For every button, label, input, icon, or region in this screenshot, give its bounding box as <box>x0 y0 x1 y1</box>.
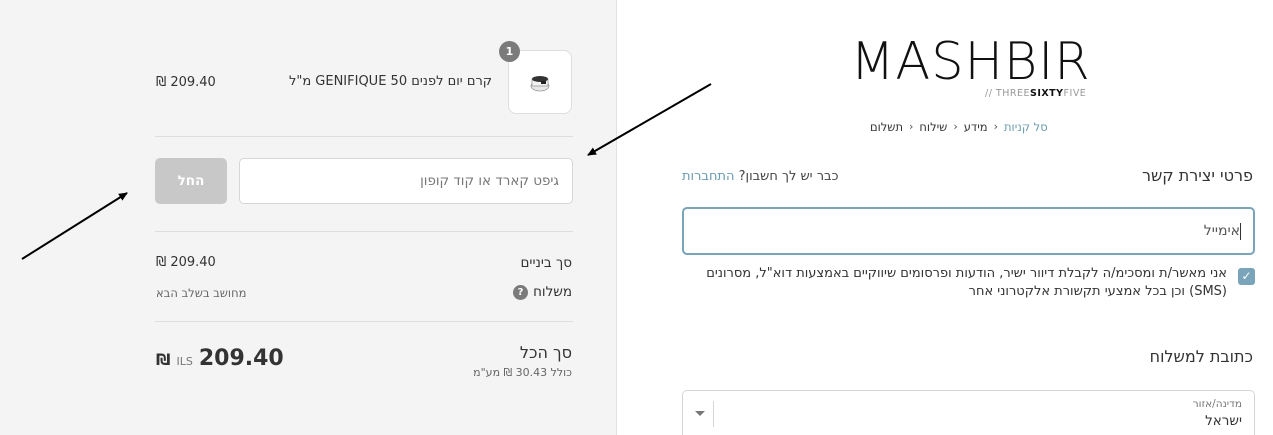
product-name: קרם יום לפנים GENIFIQUE 50 מ"ל <box>288 74 492 89</box>
subtotal-label: סך ביניים <box>520 255 572 271</box>
country-label: מדינה/אזור <box>1192 398 1242 410</box>
total-label: סך הכל <box>519 343 572 362</box>
consent-checkbox[interactable]: ✓ <box>1238 268 1255 285</box>
login-prompt: כבר יש לך חשבון? התחברות <box>682 169 838 184</box>
login-link[interactable]: התחברות <box>682 169 734 184</box>
cream-jar-icon <box>530 76 550 92</box>
brand-logo-tagline: // THREESIXTYFIVE <box>985 88 1086 99</box>
breadcrumb-payment: תשלום <box>870 120 904 134</box>
contact-section-title: פרטי יצירת קשר <box>1141 166 1253 185</box>
breadcrumb-cart[interactable]: סל קניות <box>1004 120 1048 134</box>
shipping-note: מחושב בשלב הבא <box>156 286 247 300</box>
divider <box>155 321 573 322</box>
currency-symbol: ₪ <box>156 350 171 369</box>
coupon-input[interactable]: גיפט קארד או קוד קופון <box>239 158 573 204</box>
breadcrumb-shipping: שילוח <box>919 120 948 134</box>
total-amount: ₪ ILS 209.40 <box>156 346 284 371</box>
tagline-prefix: // THREE <box>985 88 1030 99</box>
chevron-left-icon: ‹ <box>953 120 958 133</box>
help-icon[interactable]: ? <box>513 285 528 300</box>
product-thumbnail <box>508 50 572 114</box>
tagline-suffix: FIVE <box>1063 88 1087 99</box>
product-price: ₪ 209.40 <box>156 75 216 90</box>
chevron-left-icon: ‹ <box>993 120 998 133</box>
total-value: 209.40 <box>198 346 284 371</box>
text-cursor <box>1240 222 1241 240</box>
country-value: ישראל <box>1205 413 1242 429</box>
divider <box>155 231 573 232</box>
country-select[interactable]: מדינה/אזור ישראל <box>682 390 1255 435</box>
chevron-left-icon: ‹ <box>909 120 914 133</box>
chevron-down-icon <box>695 411 705 416</box>
shipping-section-title: כתובת למשלוח <box>1149 347 1253 366</box>
login-prompt-text: כבר יש לך חשבון? <box>738 169 839 184</box>
tagline-bold: SIXTY <box>1029 88 1064 99</box>
tax-note: כולל 30.43 ₪ מע"מ <box>473 366 572 379</box>
apply-coupon-button[interactable]: החל <box>155 158 227 204</box>
email-placeholder: אימייל <box>1203 223 1240 239</box>
breadcrumb: סל קניות ‹ מידע ‹ שילוח ‹ תשלום <box>870 120 1048 134</box>
divider <box>155 136 573 137</box>
select-separator <box>713 401 714 427</box>
order-summary: 1 קרם יום לפנים GENIFIQUE 50 מ"ל ₪ 209.4… <box>0 0 617 435</box>
subtotal-value: ₪ 209.40 <box>156 255 216 270</box>
breadcrumb-information: מידע <box>963 120 988 134</box>
email-input[interactable]: אימייל <box>682 207 1255 255</box>
shipping-label: משלוח <box>533 284 572 300</box>
consent-label: אני מאשר/ת ומסכימ/ה לקבלת דיוור ישיר, הו… <box>706 266 1227 299</box>
quantity-badge: 1 <box>499 41 520 62</box>
currency-code: ILS <box>176 355 193 368</box>
brand-logo[interactable]: MASHBIR <box>850 36 1090 88</box>
